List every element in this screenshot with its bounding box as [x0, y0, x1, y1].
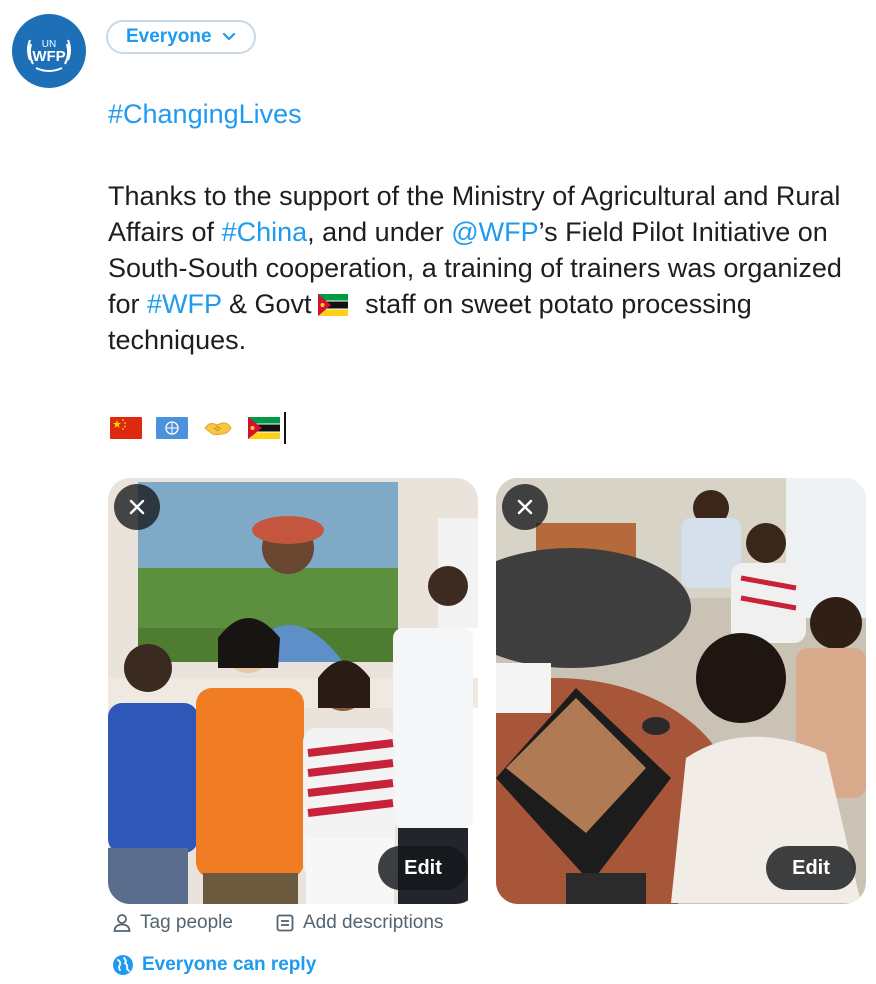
hashtag-wfp[interactable]: #WFP: [147, 289, 222, 319]
avatar[interactable]: UN WFP: [12, 14, 86, 88]
hashtag-china[interactable]: #China: [222, 217, 308, 247]
emoji-row: [110, 412, 286, 444]
description-icon: [276, 914, 294, 932]
reply-setting-button[interactable]: Everyone can reply: [112, 954, 316, 976]
media-attachment-1[interactable]: Edit: [108, 478, 478, 904]
hashtag-changinglives[interactable]: #ChangingLives: [108, 99, 302, 129]
group-photo-image: [108, 478, 478, 904]
chevron-down-icon: [222, 32, 235, 41]
flag-un-icon: [156, 417, 188, 439]
handshake-icon: [204, 422, 232, 436]
wfp-logo-icon: UN WFP: [27, 39, 71, 72]
media-attachment-2[interactable]: Edit: [496, 478, 866, 904]
tweet-text-part: , and under: [307, 217, 452, 247]
add-descriptions-button[interactable]: Add descriptions: [275, 912, 443, 934]
training-photo-image: [496, 478, 866, 904]
tweet-text-editor[interactable]: #ChangingLives Thanks to the support of …: [108, 96, 868, 358]
media-actions-row: Tag people Add descriptions: [112, 912, 485, 934]
tweet-body: Thanks to the support of the Ministry of…: [108, 178, 868, 358]
mention-wfp[interactable]: @WFP: [451, 217, 538, 247]
edit-media-button[interactable]: Edit: [766, 846, 856, 890]
remove-media-button[interactable]: [502, 484, 548, 530]
close-icon: [517, 499, 533, 515]
flag-mozambique-icon: [248, 417, 280, 439]
reply-setting-label: Everyone can reply: [142, 954, 317, 975]
globe-icon: [113, 955, 133, 975]
flag-china-icon: [110, 417, 142, 439]
add-descriptions-label: Add descriptions: [302, 912, 444, 933]
audience-label: Everyone: [126, 26, 212, 47]
tag-people-button[interactable]: Tag people: [112, 912, 233, 934]
person-icon: [113, 914, 131, 932]
logo-line2: WFP: [32, 48, 65, 65]
text-cursor: [284, 412, 286, 444]
audience-selector-button[interactable]: Everyone: [106, 20, 256, 54]
close-icon: [129, 499, 145, 515]
flag-mozambique-icon: [317, 294, 348, 316]
edit-media-button[interactable]: Edit: [378, 846, 468, 890]
tweet-text-part: & Govt: [221, 289, 312, 319]
remove-media-button[interactable]: [114, 484, 160, 530]
tag-people-label: Tag people: [140, 912, 233, 933]
